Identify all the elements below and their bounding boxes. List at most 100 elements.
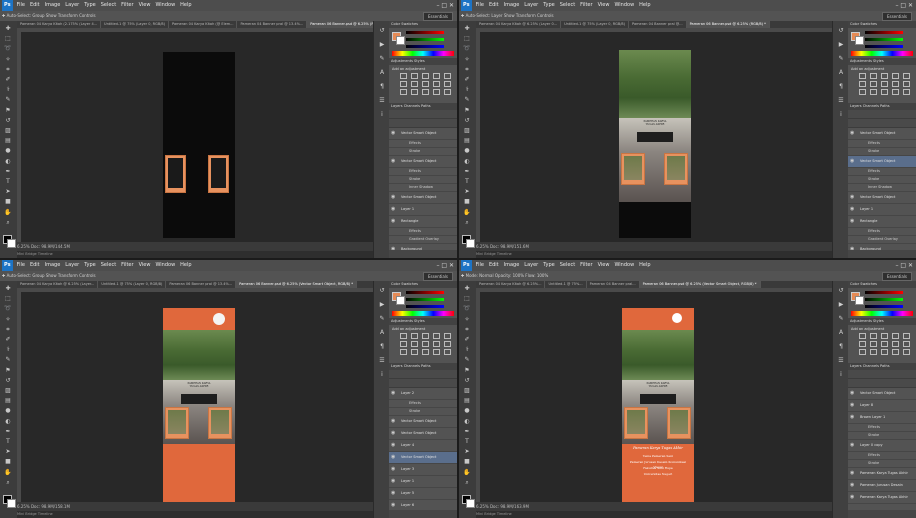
- gradient-tool-icon[interactable]: ▤: [4, 397, 12, 404]
- adjustment-icon[interactable]: [411, 341, 418, 347]
- visibility-eye-icon[interactable]: ◉: [850, 494, 856, 500]
- lasso-tool-icon[interactable]: ➰: [4, 45, 12, 52]
- adjustment-icon[interactable]: [870, 333, 877, 339]
- menu-item[interactable]: Image: [504, 2, 520, 8]
- blend-mode-bar[interactable]: [389, 379, 457, 388]
- layers-panel-tabs[interactable]: Layers Channels Paths: [848, 103, 916, 110]
- visibility-eye-icon[interactable]: ◉: [850, 194, 856, 200]
- layers-filter-bar[interactable]: [848, 370, 916, 379]
- layer-row[interactable]: Stroke: [389, 148, 457, 156]
- quick-select-tool-icon[interactable]: ✧: [463, 316, 471, 323]
- zoom-tool-icon[interactable]: ⌕: [4, 479, 12, 486]
- layer-row[interactable]: Stroke: [848, 460, 916, 468]
- properties-panel-icon[interactable]: ☰: [837, 97, 845, 104]
- healing-tool-icon[interactable]: ⚕: [4, 346, 12, 353]
- visibility-eye-icon[interactable]: ◉: [850, 482, 856, 488]
- layer-row[interactable]: ◉ Vector Smart Object: [389, 416, 457, 428]
- crop-tool-icon[interactable]: ⌗: [463, 326, 471, 333]
- visibility-eye-icon[interactable]: ◉: [850, 470, 856, 476]
- menu-item[interactable]: Edit: [489, 2, 499, 8]
- adjustment-icon[interactable]: [422, 341, 429, 347]
- menu-item[interactable]: File: [476, 262, 484, 268]
- adjustment-icon[interactable]: [422, 89, 429, 95]
- red-slider[interactable]: [406, 291, 444, 294]
- adjustment-icon[interactable]: [903, 341, 910, 347]
- visibility-eye-icon[interactable]: ◉: [391, 130, 397, 136]
- color-panel-tabs[interactable]: Color Swatches: [848, 281, 916, 288]
- visibility-eye-icon[interactable]: ◉: [391, 478, 397, 484]
- paragraph-panel-icon[interactable]: ¶: [837, 83, 845, 90]
- dodge-tool-icon[interactable]: ◐: [4, 418, 12, 425]
- visibility-eye-icon[interactable]: ◉: [850, 442, 856, 448]
- layer-row[interactable]: ◉ Brown Layer 1: [848, 412, 916, 424]
- layer-row[interactable]: ◉ Pameran Jurusan Desain: [848, 480, 916, 492]
- layer-row[interactable]: ◉ Vector Smart Object: [389, 192, 457, 204]
- hand-tool-icon[interactable]: ✋: [463, 209, 471, 216]
- window-controls[interactable]: – □ ✕: [895, 260, 913, 271]
- color-panel-tabs[interactable]: Color Swatches: [848, 21, 916, 28]
- lasso-tool-icon[interactable]: ➰: [463, 45, 471, 52]
- adjustment-icon[interactable]: [422, 73, 429, 79]
- info-panel-icon[interactable]: i: [837, 111, 845, 118]
- properties-panel-icon[interactable]: ☰: [378, 357, 386, 364]
- adjustment-icon[interactable]: [870, 81, 877, 87]
- clone-tool-icon[interactable]: ⚑: [4, 367, 12, 374]
- actions-panel-icon[interactable]: ▶: [378, 301, 386, 308]
- eyedropper-tool-icon[interactable]: ✐: [4, 336, 12, 343]
- menu-item[interactable]: Select: [101, 262, 116, 268]
- brush-tool-icon[interactable]: ✎: [463, 96, 471, 103]
- history-panel-icon[interactable]: ↺: [378, 287, 386, 294]
- visibility-eye-icon[interactable]: ◉: [850, 414, 856, 420]
- canvas-area[interactable]: [21, 32, 373, 242]
- adjustment-icon[interactable]: [903, 349, 910, 355]
- menu-item[interactable]: Edit: [30, 2, 40, 8]
- bottom-panel-tabs[interactable]: Mini Bridge Timeline: [17, 511, 373, 518]
- layer-row[interactable]: Effects: [389, 400, 457, 408]
- visibility-eye-icon[interactable]: ◉: [391, 430, 397, 436]
- canvas-area[interactable]: PAMERAN KARYA TUGAS AKHIR Pameran Karya Tu…: [480, 292, 832, 502]
- menu-item[interactable]: Filter: [580, 2, 592, 8]
- properties-panel-icon[interactable]: ☰: [837, 357, 845, 364]
- menu-item[interactable]: Help: [639, 2, 650, 8]
- adjustment-icon[interactable]: [400, 333, 407, 339]
- adjustment-icon[interactable]: [422, 349, 429, 355]
- adjustment-icon[interactable]: [411, 73, 418, 79]
- path-select-tool-icon[interactable]: ➤: [4, 448, 12, 455]
- hand-tool-icon[interactable]: ✋: [4, 469, 12, 476]
- pen-tool-icon[interactable]: ✒: [463, 168, 471, 175]
- layer-row[interactable]: ◉ Rectangle: [848, 216, 916, 228]
- quick-select-tool-icon[interactable]: ✧: [4, 316, 12, 323]
- adjustment-icon[interactable]: [433, 89, 440, 95]
- menu-item[interactable]: Type: [84, 262, 95, 268]
- gradient-tool-icon[interactable]: ▤: [463, 137, 471, 144]
- layers-filter-bar[interactable]: [389, 110, 457, 119]
- layers-filter-bar[interactable]: [848, 110, 916, 119]
- marquee-tool-icon[interactable]: ⬚: [4, 295, 12, 302]
- paragraph-panel-icon[interactable]: ¶: [378, 83, 386, 90]
- menu-item[interactable]: File: [17, 2, 25, 8]
- document-tab[interactable]: Pameran 04 Banner pral @...: [629, 21, 687, 28]
- layer-row[interactable]: ◉ Vector Smart Object: [389, 156, 457, 168]
- character-panel-icon[interactable]: A: [837, 329, 845, 336]
- adjustment-icon[interactable]: [903, 73, 910, 79]
- document-tab[interactable]: Pameran 06 Banner.psd @ 6.25% (Vector Sm…: [639, 281, 761, 288]
- type-tool-icon[interactable]: T: [463, 178, 471, 185]
- color-panel-tabs[interactable]: Color Swatches: [389, 281, 457, 288]
- photo-frame[interactable]: [209, 408, 231, 438]
- pen-tool-icon[interactable]: ✒: [463, 428, 471, 435]
- menu-item[interactable]: Select: [560, 262, 575, 268]
- layer-row[interactable]: Inner Shadow: [848, 184, 916, 192]
- layer-row[interactable]: Stroke: [848, 432, 916, 440]
- tool-options[interactable]: Auto-Select: Group Show Transform Contro…: [7, 273, 96, 278]
- actions-panel-icon[interactable]: ▶: [837, 41, 845, 48]
- adjustment-icon[interactable]: [859, 81, 866, 87]
- document-tab[interactable]: Untitled-1 @ 75% (Layer 0, RGB/8): [98, 281, 167, 288]
- layers-panel-tabs[interactable]: Layers Channels Paths: [848, 363, 916, 370]
- type-tool-icon[interactable]: T: [4, 178, 12, 185]
- adjustment-icon[interactable]: [444, 341, 451, 347]
- adjustment-icon[interactable]: [433, 333, 440, 339]
- background-color-swatch[interactable]: [7, 499, 16, 508]
- layer-row[interactable]: ◉ Vector Smart Object: [848, 156, 916, 168]
- menu-item[interactable]: Edit: [30, 262, 40, 268]
- photo-frame[interactable]: [166, 156, 185, 192]
